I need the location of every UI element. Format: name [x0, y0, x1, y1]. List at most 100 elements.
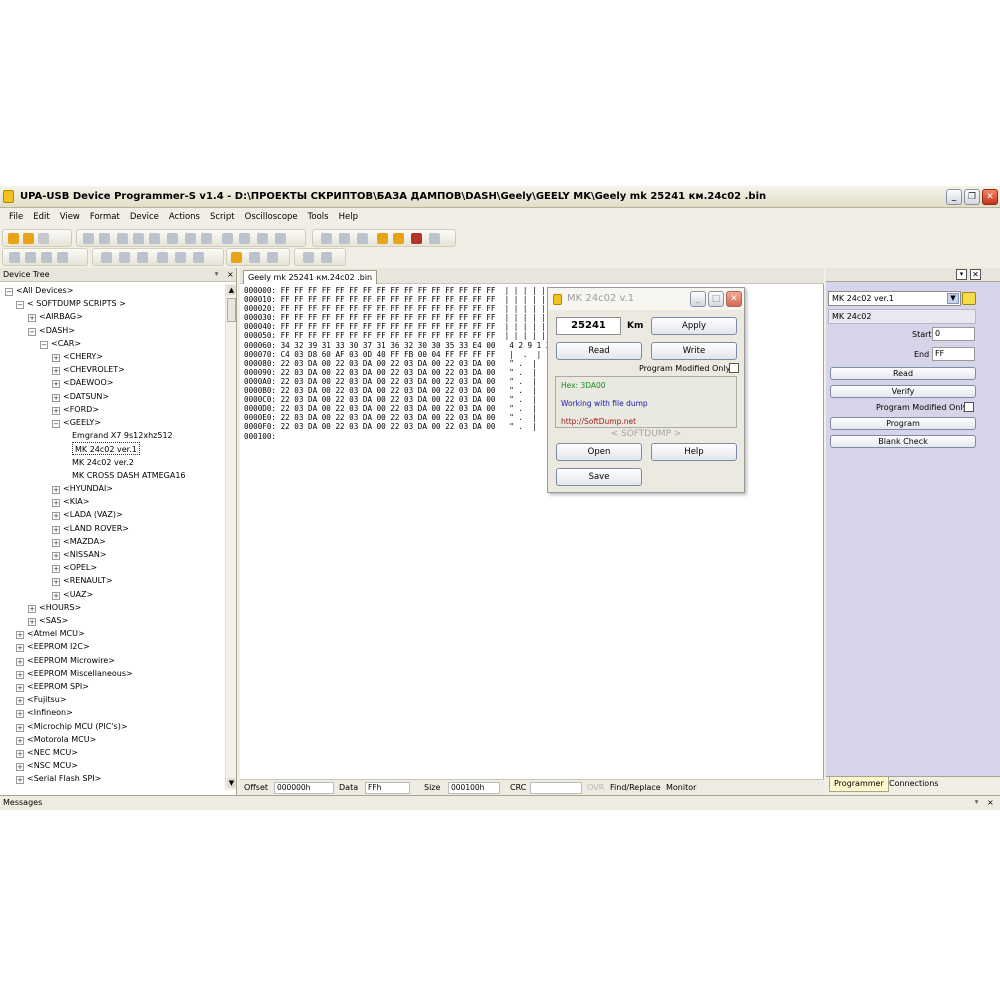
tree-item[interactable]: + <DAEWOO>: [52, 376, 113, 389]
expand-icon[interactable]: +: [52, 406, 60, 415]
tree-item[interactable]: + <MAZDA>: [52, 535, 106, 548]
select-block-icon[interactable]: [249, 252, 260, 263]
expand-icon[interactable]: +: [52, 499, 60, 508]
dropdown-toggle-icon[interactable]: ▾: [956, 269, 967, 280]
tree-item[interactable]: + <OPEL>: [52, 561, 97, 574]
pause-icon[interactable]: [321, 252, 332, 263]
dialog-close-icon[interactable]: ✕: [726, 291, 742, 307]
crc-field[interactable]: [530, 782, 582, 794]
view-zoom-icon[interactable]: [193, 252, 204, 263]
tree-item[interactable]: + <DATSUN>: [52, 390, 109, 403]
hex-bytes[interactable]: 22 03 DA 00 22 03 DA 00 22 03 DA 00 22 0…: [281, 395, 496, 404]
redo-icon[interactable]: [99, 233, 110, 244]
program-button[interactable]: Program: [830, 417, 976, 430]
monitor-link[interactable]: Monitor: [666, 780, 696, 795]
tree-item[interactable]: MK 24c02 ver.2: [72, 456, 134, 469]
document-tab[interactable]: Geely mk 25241 км.24c02 .bin: [243, 270, 378, 284]
menu-edit[interactable]: Edit: [28, 208, 54, 226]
find-replace-link[interactable]: Find/Replace: [610, 780, 661, 795]
tree-scrollbar[interactable]: ▲ ▼: [225, 284, 236, 790]
expand-icon[interactable]: +: [16, 750, 24, 758]
replace-icon[interactable]: [201, 233, 212, 244]
hex-bytes[interactable]: 22 03 DA 00 22 03 DA 00 22 03 DA 00 22 0…: [281, 368, 496, 377]
new-file-icon[interactable]: [8, 233, 19, 244]
expand-icon[interactable]: +: [16, 763, 24, 772]
print-icon[interactable]: [275, 233, 286, 244]
messages-pin-icon[interactable]: ᵠ: [975, 796, 978, 810]
read-button[interactable]: Read: [830, 367, 976, 380]
collapse-icon[interactable]: −: [40, 340, 48, 349]
pin-icon[interactable]: ᵠ: [215, 268, 218, 282]
tree-item[interactable]: + <FORD>: [52, 403, 99, 416]
close-pane-icon[interactable]: ✕: [970, 269, 981, 280]
program-modified-checkbox[interactable]: [964, 402, 974, 412]
open-button[interactable]: Open: [556, 443, 642, 461]
tree-item[interactable]: + <Fujitsu>: [16, 693, 66, 706]
view-list-icon[interactable]: [157, 252, 168, 263]
hex-bytes[interactable]: 34 32 39 31 33 30 37 31 36 32 30 30 35 3…: [281, 341, 496, 350]
tree-item[interactable]: + <NISSAN>: [52, 548, 107, 561]
tree-item[interactable]: + <AIRBAG>: [28, 310, 83, 323]
help-button[interactable]: Help: [651, 443, 737, 461]
tree-item[interactable]: + <LAND ROVER>: [52, 522, 129, 535]
tree-item[interactable]: + <Infineon>: [16, 706, 73, 719]
verify-device-icon[interactable]: [357, 233, 368, 244]
expand-icon[interactable]: +: [52, 578, 60, 587]
hex-bytes[interactable]: FF FF FF FF FF FF FF FF FF FF FF FF FF F…: [281, 304, 496, 313]
tab-programmer[interactable]: Programmer: [829, 777, 889, 792]
menu-view[interactable]: View: [55, 208, 85, 226]
expand-icon[interactable]: +: [28, 314, 36, 323]
tab-connections[interactable]: Connections: [886, 777, 941, 792]
tree-item[interactable]: + <UAZ>: [52, 588, 93, 601]
expand-icon[interactable]: +: [52, 380, 60, 389]
expand-icon[interactable]: +: [52, 565, 60, 574]
scroll-thumb[interactable]: [227, 298, 236, 322]
read-button[interactable]: Read: [556, 342, 642, 360]
tree-item[interactable]: + <EEPROM I2C>: [16, 640, 90, 653]
tree-item[interactable]: + <EEPROM SPI>: [16, 680, 89, 693]
expand-icon[interactable]: +: [16, 631, 24, 640]
tree-item[interactable]: + <NEC MCU>: [16, 746, 78, 759]
cut-icon[interactable]: [117, 233, 128, 244]
hex-bytes[interactable]: 22 03 DA 00 22 03 DA 00 22 03 DA 00 22 0…: [281, 422, 496, 431]
hex-bytes[interactable]: 22 03 DA 00 22 03 DA 00 22 03 DA 00 22 0…: [281, 413, 496, 422]
tree-item[interactable]: + <RENAULT>: [52, 574, 113, 587]
scroll-down-icon[interactable]: ▼: [227, 778, 236, 788]
menu-help[interactable]: Help: [334, 208, 363, 226]
tree-item[interactable]: + <CHEVROLET>: [52, 363, 125, 376]
write-button[interactable]: Write: [651, 342, 737, 360]
bookmark-icon[interactable]: [41, 252, 52, 263]
close-icon[interactable]: ✕: [982, 189, 998, 205]
expand-icon[interactable]: +: [52, 538, 60, 547]
delete-icon[interactable]: [167, 233, 178, 244]
tree-item[interactable]: Emgrand X7 9s12xhz512: [72, 429, 173, 442]
expand-icon[interactable]: +: [52, 552, 60, 560]
expand-icon[interactable]: +: [16, 657, 24, 666]
dialog-minimize-icon[interactable]: _: [690, 291, 706, 307]
end-field[interactable]: FF: [932, 347, 975, 361]
menu-format[interactable]: Format: [85, 208, 125, 226]
tree-item[interactable]: − <DASH>: [28, 324, 75, 337]
open-file-icon[interactable]: [23, 233, 34, 244]
verify-button[interactable]: Verify: [830, 385, 976, 398]
expand-icon[interactable]: +: [16, 644, 24, 653]
menu-oscilloscope[interactable]: Oscilloscope: [240, 208, 303, 226]
expand-icon[interactable]: +: [16, 684, 24, 692]
back-icon[interactable]: [9, 252, 20, 263]
tree-item[interactable]: + <Atmel MCU>: [16, 627, 85, 640]
tree-item[interactable]: + <Motorola MCU>: [16, 733, 96, 746]
menu-script[interactable]: Script: [205, 208, 240, 226]
expand-icon[interactable]: +: [52, 525, 60, 534]
forward-icon[interactable]: [25, 252, 36, 263]
messages-close-icon[interactable]: ×: [987, 796, 994, 810]
expand-icon[interactable]: +: [52, 486, 60, 494]
copy-icon[interactable]: [133, 233, 144, 244]
collapse-icon[interactable]: −: [5, 288, 13, 296]
collapse-icon[interactable]: −: [52, 420, 60, 428]
expand-icon[interactable]: +: [52, 393, 60, 402]
compare-icon[interactable]: [257, 233, 268, 244]
expand-icon[interactable]: +: [52, 591, 60, 600]
tree-item[interactable]: − <CAR>: [40, 337, 81, 350]
tree-item[interactable]: + <CHERY>: [52, 350, 103, 363]
hex-bytes[interactable]: FF FF FF FF FF FF FF FF FF FF FF FF FF F…: [281, 295, 496, 304]
